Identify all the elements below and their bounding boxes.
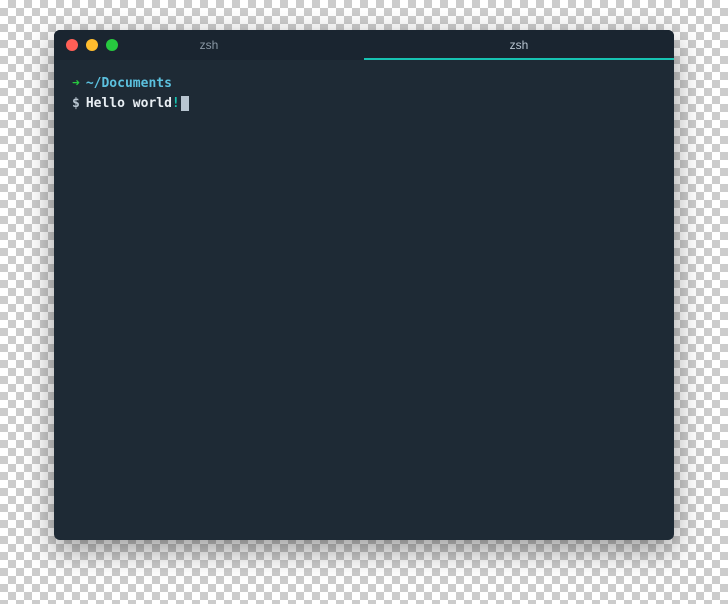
tabs-container: zsh zsh: [54, 30, 674, 60]
command-line: $ Hello world!: [72, 94, 656, 114]
cursor-icon: [181, 96, 189, 111]
command-body: Hello world!: [86, 96, 180, 111]
title-bar: zsh zsh: [54, 30, 674, 60]
terminal-window: zsh zsh ➜ ~/Documents $ Hello world!: [54, 30, 674, 540]
bang-char: !: [172, 96, 180, 111]
tab-label: zsh: [200, 38, 219, 52]
tab-label: zsh: [510, 38, 529, 52]
prompt-arrow-icon: ➜: [72, 74, 80, 94]
prompt-symbol: $: [72, 94, 80, 114]
terminal-body[interactable]: ➜ ~/Documents $ Hello world!: [54, 60, 674, 540]
tab-zsh-2[interactable]: zsh: [364, 30, 674, 60]
prompt-line: ➜ ~/Documents: [72, 74, 656, 94]
command-text: Hello world!: [86, 94, 189, 114]
tab-zsh-1[interactable]: zsh: [54, 30, 364, 60]
current-directory: ~/Documents: [86, 74, 172, 94]
